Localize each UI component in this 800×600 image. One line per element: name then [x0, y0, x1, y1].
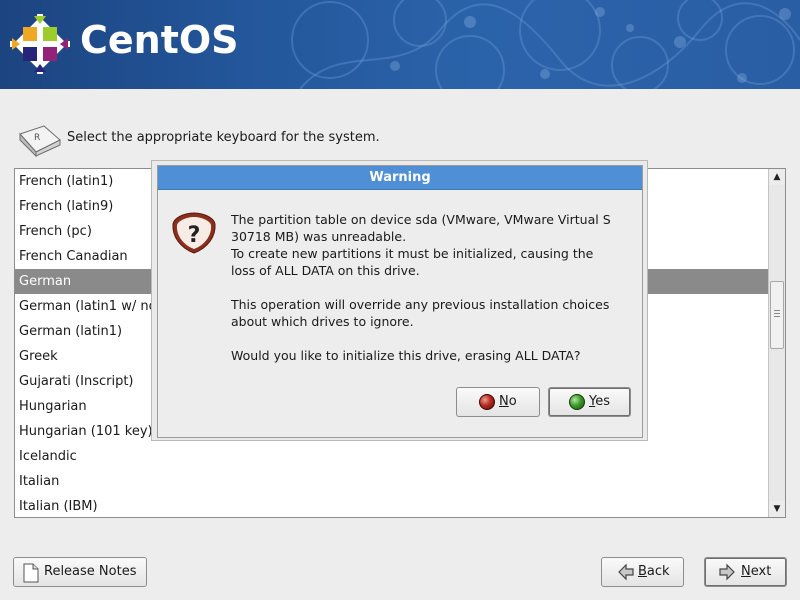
message-line: This operation will override any previou… [231, 297, 610, 312]
centos-logo-icon [10, 14, 70, 74]
message-line: To create new partitions it must be init… [231, 246, 594, 261]
message-line: The partition table on device sda (VMwar… [231, 212, 611, 227]
document-icon [23, 563, 39, 583]
warning-dialog-frame: Warning ? The partition table on device … [157, 165, 643, 438]
svg-text:R: R [34, 133, 40, 143]
dialog-message: The partition table on device sda (VMwar… [231, 211, 636, 364]
yes-button-label: Yes [589, 394, 610, 409]
back-button[interactable]: Back [601, 557, 684, 587]
no-button[interactable]: No [456, 387, 540, 417]
keyboard-list-item[interactable]: Italian (IBM) [15, 494, 769, 517]
message-line: about which drives to ignore. [231, 314, 414, 329]
red-orb-icon [479, 394, 495, 410]
green-orb-icon [569, 394, 585, 410]
next-button[interactable]: Next [704, 557, 787, 587]
centos-logo-text: CentOS [80, 18, 239, 62]
next-arrow-icon [719, 563, 735, 581]
scrollbar[interactable]: ▲ ▼ [768, 169, 785, 517]
release-notes-button[interactable]: Release Notes [13, 557, 147, 587]
back-arrow-icon [618, 563, 634, 581]
keyboard-list-item[interactable]: Italian [15, 469, 769, 494]
message-line: Would you like to initialize this drive,… [231, 348, 581, 363]
keyboard-list-item[interactable]: Icelandic [15, 444, 769, 469]
back-button-label: Back [638, 564, 670, 579]
dialog-title: Warning [158, 166, 642, 190]
next-button-label: Next [741, 564, 772, 579]
scroll-up-arrow-icon[interactable]: ▲ [769, 169, 785, 185]
message-line: loss of ALL DATA on this drive. [231, 263, 420, 278]
keyboard-key-icon: R [19, 125, 61, 158]
scrollbar-thumb[interactable] [770, 281, 784, 349]
warning-dialog: Warning ? The partition table on device … [151, 160, 648, 441]
scroll-down-arrow-icon[interactable]: ▼ [769, 501, 785, 517]
header-banner: CentOS [0, 0, 800, 89]
release-notes-label: Release Notes [44, 564, 137, 579]
svg-text:?: ? [188, 223, 201, 248]
yes-button[interactable]: Yes [548, 387, 631, 417]
message-line: 30718 MB) was unreadable. [231, 229, 407, 244]
no-button-label: No [499, 394, 517, 409]
question-shield-icon: ? [172, 212, 216, 254]
instruction-text: Select the appropriate keyboard for the … [67, 130, 380, 145]
